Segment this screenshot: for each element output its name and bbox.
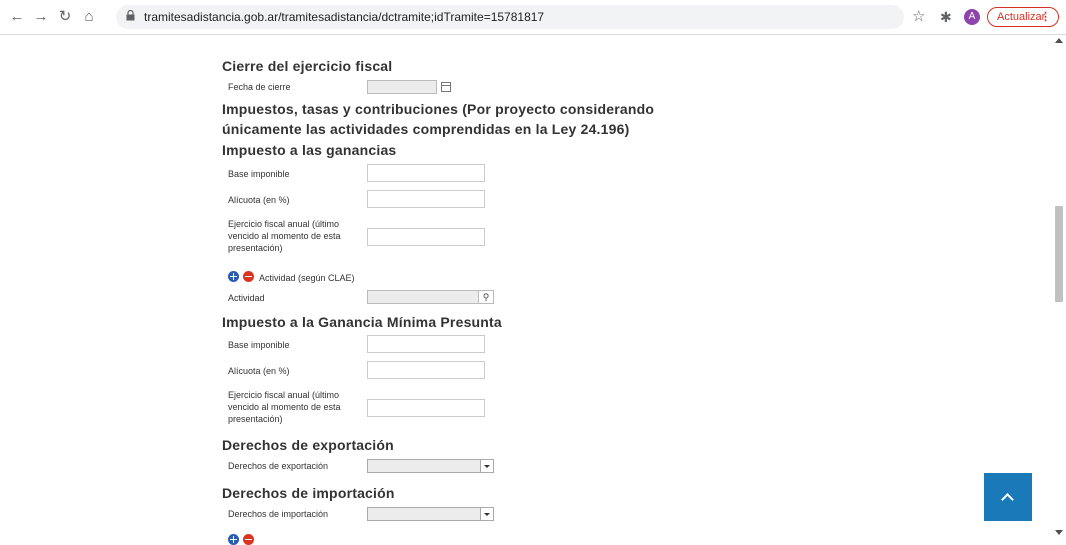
actividad-clae-label: Actividad (según CLAE) <box>259 273 355 283</box>
home-icon[interactable]: ⌂ <box>80 8 98 26</box>
section-title-impuestos-1: Impuestos, tasas y contribuciones (Por p… <box>222 101 655 117</box>
ganancias-ejercicio-input[interactable] <box>367 228 485 246</box>
back-arrow-icon[interactable]: ← <box>8 8 26 26</box>
address-bar[interactable]: tramitesadistancia.gob.ar/tramitesadista… <box>116 5 904 29</box>
menu-dots-icon: ⋮ <box>1040 11 1051 23</box>
scroll-to-top-button[interactable] <box>984 473 1032 521</box>
update-label: Actualizar <box>997 11 1046 23</box>
scrollbar-thumb[interactable] <box>1055 206 1063 302</box>
remove-minus-icon[interactable] <box>243 271 254 282</box>
section-title-ganancias: Impuesto a las ganancias <box>222 142 397 158</box>
minima-alicuota-input[interactable] <box>367 361 485 379</box>
search-icon[interactable]: ⚲ <box>478 291 493 303</box>
actividad-search-field[interactable]: ⚲ <box>367 290 494 304</box>
section-title-impuestos-2: únicamente las actividades comprendidas … <box>222 121 630 137</box>
add-plus-icon[interactable] <box>228 534 239 545</box>
chevron-down-icon[interactable] <box>480 508 493 520</box>
add-plus-icon[interactable] <box>228 271 239 282</box>
minima-ejercicio-input[interactable] <box>367 399 485 417</box>
importacion-select[interactable] <box>367 507 494 521</box>
page-content: Cierre del ejercicio fiscal Fecha de cie… <box>0 35 1052 545</box>
ganancias-base-label: Base imponible <box>228 169 290 179</box>
actividad-label: Actividad <box>228 293 265 303</box>
ganancias-alicuota-label: Alícuota (en %) <box>228 195 290 205</box>
scroll-up-arrow-icon[interactable] <box>1055 38 1063 43</box>
forward-arrow-icon[interactable]: → <box>32 8 50 26</box>
minima-ejercicio-label: Ejercicio fiscal anual (último vencido a… <box>228 390 341 424</box>
scroll-down-arrow-icon[interactable] <box>1055 530 1063 535</box>
exportacion-select[interactable] <box>367 459 494 473</box>
ganancias-ejercicio-label: Ejercicio fiscal anual (último vencido a… <box>228 219 341 253</box>
section-title-importacion: Derechos de importación <box>222 485 395 501</box>
vertical-scrollbar[interactable] <box>1052 35 1066 538</box>
extensions-icon[interactable]: ✱ <box>940 8 952 26</box>
section-title-cierre: Cierre del ejercicio fiscal <box>222 58 393 74</box>
browser-toolbar: ← → ↻ ⌂ tramitesadistancia.gob.ar/tramit… <box>0 0 1066 35</box>
exportacion-label: Derechos de exportación <box>228 461 329 471</box>
fecha-cierre-label: Fecha de cierre <box>228 82 291 92</box>
remove-minus-icon[interactable] <box>243 534 254 545</box>
minima-alicuota-label: Alícuota (en %) <box>228 366 290 376</box>
minima-base-label: Base imponible <box>228 340 290 350</box>
update-button[interactable]: Actualizar ⋮ <box>987 7 1059 27</box>
section-title-minima: Impuesto a la Ganancia Mínima Presunta <box>222 314 502 330</box>
ganancias-alicuota-input[interactable] <box>367 190 485 208</box>
fecha-cierre-input[interactable] <box>367 80 437 94</box>
profile-avatar[interactable]: A <box>964 9 980 25</box>
calendar-icon[interactable] <box>441 82 451 92</box>
bookmark-star-icon[interactable]: ☆ <box>912 8 925 26</box>
lock-icon <box>126 10 135 21</box>
minima-base-input[interactable] <box>367 335 485 353</box>
reload-icon[interactable]: ↻ <box>56 8 74 26</box>
ganancias-base-input[interactable] <box>367 164 485 182</box>
url-text: tramitesadistancia.gob.ar/tramitesadista… <box>144 10 545 24</box>
importacion-label: Derechos de importación <box>228 509 329 519</box>
section-title-exportacion: Derechos de exportación <box>222 437 394 453</box>
chevron-down-icon[interactable] <box>480 460 493 472</box>
